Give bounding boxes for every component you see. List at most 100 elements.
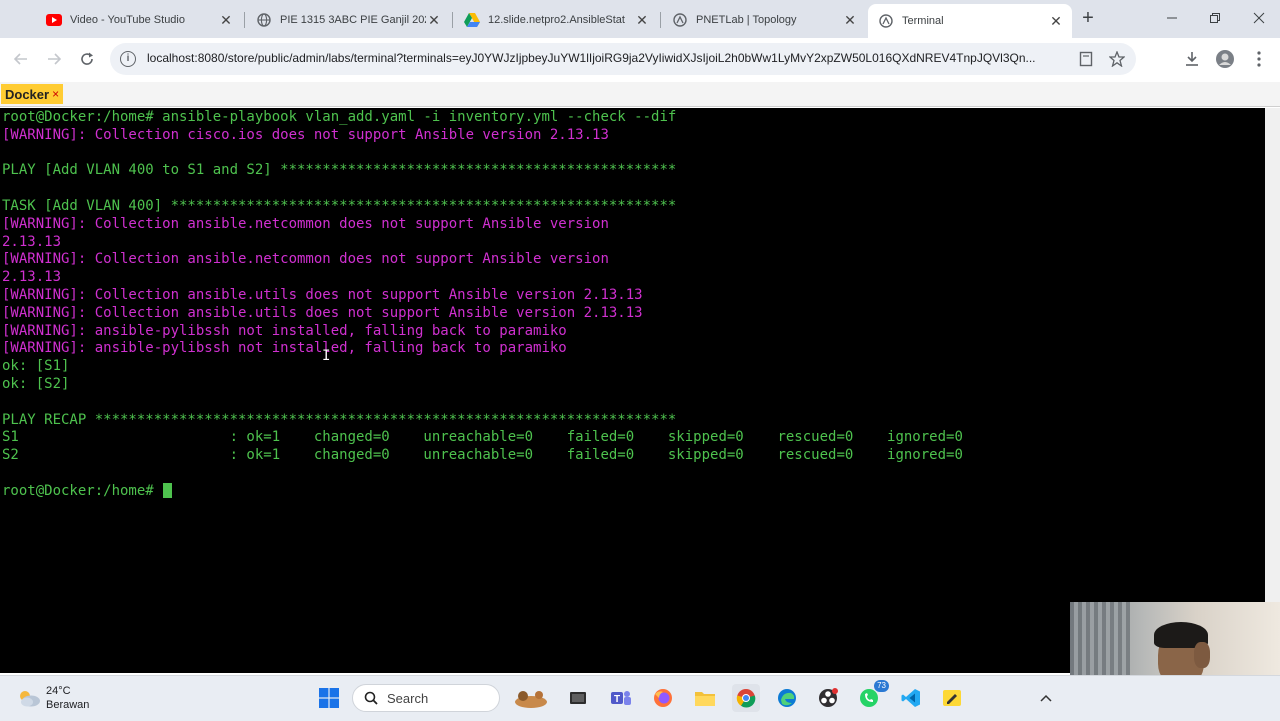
chevron-up-icon[interactable] (1038, 690, 1054, 706)
weather-description: Berawan (46, 699, 90, 711)
tab-title: PNETLab | Topology (696, 14, 797, 26)
firefox-icon[interactable] (649, 684, 677, 712)
terminal-line-text: PLAY RECAP *****************************… (2, 411, 677, 428)
terminal-line: [WARNING]: ansible-pylibssh not installe… (2, 340, 963, 358)
bookmark-star-icon[interactable] (1108, 50, 1126, 68)
terminal-line-text: TASK [Add VLAN 400] ********************… (2, 197, 677, 214)
restore-icon[interactable] (1203, 6, 1227, 30)
teams-icon[interactable]: T (607, 684, 635, 712)
terminal-line-text: PLAY [Add VLAN 400 to S1 and S2] *******… (2, 162, 677, 179)
pnetlab-icon (878, 13, 894, 29)
terminal-tab-label: Docker (5, 86, 50, 102)
pnetlab-icon (672, 12, 688, 28)
terminal-line-text: 2.13.13 (2, 269, 62, 286)
terminal-line: [WARNING]: Collection ansible.netcommon … (2, 251, 963, 269)
terminal-line: [WARNING]: Collection cisco.ios does not… (2, 127, 963, 145)
taskbar-search[interactable]: Search (352, 684, 547, 712)
profile-avatar-icon[interactable] (1214, 48, 1236, 70)
tab-separator (452, 12, 453, 28)
url-text[interactable]: localhost:8080/store/public/admin/labs/t… (147, 51, 1092, 65)
close-tab-icon[interactable]: ✕ (426, 12, 442, 28)
tab-separator (244, 12, 245, 28)
obs-icon[interactable] (814, 684, 842, 712)
windows-start-icon[interactable] (315, 684, 343, 712)
terminal-line: root@Docker:/home# (2, 483, 963, 501)
reload-icon[interactable] (76, 48, 98, 70)
terminal-tab-bar: Docker × (0, 82, 1280, 107)
menu-kebab-icon[interactable] (1248, 48, 1270, 70)
editor-app-icon[interactable] (938, 684, 966, 712)
terminal-line-text: [WARNING]: Collection cisco.ios does not… (2, 126, 609, 143)
google-drive-icon (464, 12, 480, 28)
edge-icon[interactable] (773, 684, 801, 712)
tab-youtube-studio[interactable]: Video - YouTube Studio ✕ (36, 5, 242, 35)
reading-list-icon[interactable] (1077, 50, 1095, 68)
terminal-tab-docker[interactable]: Docker × (1, 84, 64, 104)
browser-tab-strip: Video - YouTube Studio ✕ PIE 1315 3ABC P… (0, 0, 1280, 38)
text-cursor-icon: I (322, 348, 331, 364)
weather-temperature: 24°C (46, 685, 71, 697)
close-tab-icon[interactable]: ✕ (842, 12, 858, 28)
tab-pnetlab-topology[interactable]: PNETLab | Topology ✕ (662, 5, 866, 35)
terminal-line: [WARNING]: Collection ansible.netcommon … (2, 216, 963, 234)
terminal-line: PLAY RECAP *****************************… (2, 412, 963, 430)
forward-icon[interactable] (43, 48, 65, 70)
whatsapp-icon[interactable]: 73 (855, 680, 889, 712)
terminal-line: S2 : ok=1 changed=0 unreachable=0 failed… (2, 447, 963, 465)
minimize-icon[interactable] (1160, 6, 1184, 30)
site-info-icon[interactable]: i (120, 51, 136, 67)
search-highlight-icon (511, 687, 551, 716)
terminal-line-text: root@Docker:/home# (2, 482, 163, 499)
terminal-line: 2.13.13 (2, 234, 963, 252)
close-tab-icon[interactable]: ✕ (218, 12, 234, 28)
tab-pie-1315[interactable]: PIE 1315 3ABC PIE Ganjil 202 ✕ (246, 5, 450, 35)
terminal-cursor (163, 483, 173, 499)
youtube-icon (46, 12, 62, 28)
terminal-output: root@Docker:/home# ansible-playbook vlan… (2, 109, 963, 501)
terminal-line-text: [WARNING]: ansible-pylibssh not installe… (2, 340, 567, 357)
terminal-line-text: [WARNING]: Collection ansible.netcommon … (2, 251, 609, 268)
terminal-screen[interactable]: root@Docker:/home# ansible-playbook vlan… (0, 108, 1265, 673)
terminal-line-text: 2.13.13 (2, 233, 62, 250)
windows-taskbar: 24°C Berawan Search T 73 (0, 675, 1280, 721)
tab-title: 12.slide.netpro2.AnsibleStat (488, 14, 625, 26)
weather-widget[interactable]: 24°C Berawan (16, 684, 89, 712)
terminal-line-text: [WARNING]: Collection ansible.utils does… (2, 304, 643, 321)
terminal-scrollbar[interactable] (1265, 108, 1280, 673)
search-label: Search (387, 690, 429, 706)
terminal-line: ok: [S1] (2, 358, 963, 376)
file-explorer-icon[interactable] (691, 684, 719, 712)
terminal-line-text: [WARNING]: Collection ansible.utils does… (2, 286, 643, 303)
back-icon[interactable] (10, 48, 32, 70)
terminal-line: ok: [S2] (2, 376, 963, 394)
new-tab-icon[interactable]: + (1078, 8, 1098, 29)
terminal-line: [WARNING]: Collection ansible.utils does… (2, 305, 963, 323)
webcam-person-hand (1194, 642, 1210, 668)
close-tab-icon[interactable]: ✕ (1048, 13, 1064, 29)
download-icon[interactable] (1181, 48, 1203, 70)
address-bar[interactable]: i localhost:8080/store/public/admin/labs… (110, 43, 1136, 75)
close-tab-icon[interactable]: ✕ (634, 12, 650, 28)
notification-badge: 73 (874, 680, 889, 692)
vscode-icon[interactable] (897, 684, 925, 712)
tab-title: Terminal (902, 15, 944, 27)
terminal-line: [WARNING]: ansible-pylibssh not installe… (2, 323, 963, 341)
terminal-line-text: [WARNING]: ansible-pylibssh not installe… (2, 322, 567, 339)
close-window-icon[interactable] (1247, 6, 1271, 30)
terminal-line-text: ok: [S1] (2, 358, 70, 375)
terminal-line-text: S2 : ok=1 changed=0 unreachable=0 failed… (2, 447, 963, 464)
terminal-line: 2.13.13 (2, 269, 963, 287)
terminal-line-text: ok: [S2] (2, 375, 70, 392)
chrome-icon[interactable] (732, 684, 760, 712)
terminal-line: S1 : ok=1 changed=0 unreachable=0 failed… (2, 429, 963, 447)
tab-title: Video - YouTube Studio (70, 14, 185, 26)
tab-terminal[interactable]: Terminal ✕ (868, 4, 1072, 38)
close-terminal-tab-icon[interactable]: × (52, 87, 59, 101)
terminal-line-text: [WARNING]: Collection ansible.netcommon … (2, 215, 609, 232)
tab-ansible-slides[interactable]: 12.slide.netpro2.AnsibleStat ✕ (454, 5, 658, 35)
task-view-icon[interactable] (564, 684, 592, 712)
